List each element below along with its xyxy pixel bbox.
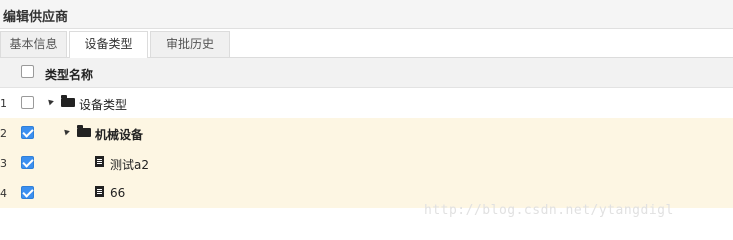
tree-header: 类型名称 xyxy=(0,58,733,88)
row-checkbox[interactable] xyxy=(21,126,34,139)
select-all-checkbox[interactable] xyxy=(21,65,34,78)
folder-open-icon xyxy=(77,125,91,137)
column-header-type-name: 类型名称 xyxy=(45,68,94,82)
expand-arrow-icon[interactable] xyxy=(46,97,54,106)
watermark: http://blog.csdn.net/ytangdigl xyxy=(424,203,674,218)
row-checkbox[interactable] xyxy=(21,186,34,199)
row-checkbox[interactable] xyxy=(21,96,34,109)
row-number: 4 xyxy=(0,187,7,200)
tree-node-label: 设备类型 xyxy=(79,98,128,112)
tab-bar: 基本信息 设备类型 审批历史 xyxy=(0,29,733,58)
file-icon xyxy=(95,186,104,197)
tree-row[interactable]: 2 机械设备 xyxy=(0,118,733,148)
dialog-title: 编辑供应商 xyxy=(3,10,69,25)
tab-basic-info[interactable]: 基本信息 xyxy=(0,31,67,57)
row-number: 3 xyxy=(0,157,7,170)
tree-node-label: 66 xyxy=(110,186,126,200)
file-icon xyxy=(95,156,104,167)
folder-open-icon xyxy=(61,95,75,107)
tree-row[interactable]: 3 测试a2 xyxy=(0,148,733,178)
dialog-title-bar: 编辑供应商 xyxy=(0,0,733,29)
row-number: 1 xyxy=(0,97,7,110)
tree-node-label: 测试a2 xyxy=(110,158,149,172)
tree-row[interactable]: 1 设备类型 xyxy=(0,88,733,118)
tree-node-label: 机械设备 xyxy=(95,128,144,142)
tab-approval-history[interactable]: 审批历史 xyxy=(150,31,230,57)
row-checkbox[interactable] xyxy=(21,156,34,169)
expand-arrow-icon[interactable] xyxy=(62,127,70,136)
tab-device-type[interactable]: 设备类型 xyxy=(69,31,148,58)
row-number: 2 xyxy=(0,127,7,140)
